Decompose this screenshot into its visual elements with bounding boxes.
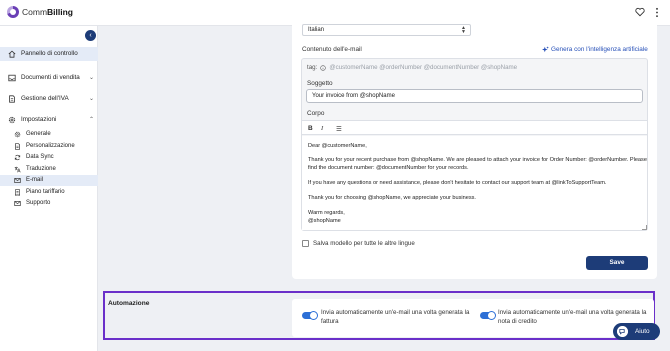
document-icon xyxy=(9,95,15,103)
sidebar-subitem-label: E-mail xyxy=(26,177,44,183)
email-body-editor[interactable]: Dear @customerName, Thank you for your r… xyxy=(302,136,647,230)
app-name: CommBilling xyxy=(22,7,74,17)
sidebar-item-label: Gestione dell'IVA xyxy=(21,95,69,102)
info-icon[interactable] xyxy=(320,64,327,71)
help-label: Aiuto xyxy=(635,328,650,335)
heart-icon[interactable] xyxy=(635,7,645,17)
body-line: If you have any questions or need assist… xyxy=(308,180,607,186)
resize-handle[interactable] xyxy=(642,225,647,230)
sidebar-subitem-general[interactable]: Generale xyxy=(0,129,98,140)
tags-row: tag: @customerName @orderNumber @documen… xyxy=(307,64,517,71)
email-content-label: Contenuto dell'e-mail xyxy=(302,46,362,53)
chevron-up-icon: ⌃ xyxy=(89,117,95,123)
mail-icon xyxy=(14,201,21,206)
subject-input[interactable]: Your invoice from @shopName xyxy=(306,89,643,103)
italic-button[interactable]: I xyxy=(321,125,323,132)
chat-help-icon xyxy=(617,326,628,337)
more-options-icon[interactable] xyxy=(654,7,660,18)
sidebar-subitem-email[interactable]: E-mail xyxy=(0,175,98,186)
ai-link-label: Genera con l'intelligenza artificiale xyxy=(551,46,648,53)
chevron-down-icon: ⌄ xyxy=(89,96,95,102)
auto-send-invoice-label: Invia automaticamente un'e-mail una volt… xyxy=(321,309,470,325)
sidebar-subitem-translation[interactable]: Traduzione xyxy=(0,164,98,175)
sidebar-subitem-label: Supporto xyxy=(26,200,51,206)
sidebar-subitem-label: Traduzione xyxy=(26,166,56,172)
logo-icon xyxy=(7,6,19,18)
generate-with-ai-link[interactable]: Genera con l'intelligenza artificiale xyxy=(542,46,648,53)
sidebar-subitem-pricing-plan[interactable]: Piano tariffario xyxy=(0,187,98,198)
sidebar-subitem-data-sync[interactable]: Data Sync xyxy=(0,152,98,163)
sync-icon xyxy=(14,154,21,161)
editor-toolbar: B I ☰ xyxy=(302,120,647,135)
sidebar-item-settings[interactable]: Impostazioni ⌃ xyxy=(0,113,98,127)
automation-title: Automazione xyxy=(108,300,150,307)
sidebar-subitem-label: Generale xyxy=(26,131,51,137)
sidebar-item-sales-documents[interactable]: Documenti di vendita ⌄ xyxy=(0,71,98,85)
translate-icon xyxy=(14,166,21,173)
home-icon xyxy=(8,50,16,58)
toggle-knob xyxy=(487,311,496,320)
sidebar-item-label: Pannello di controllo xyxy=(21,50,78,57)
sidebar-subitem-support[interactable]: Supporto xyxy=(0,198,98,209)
sidebar-subitem-label: Personalizzazione xyxy=(26,143,75,149)
collapse-sidebar-button[interactable]: ‹ xyxy=(85,30,96,41)
subject-label: Soggetto xyxy=(307,80,333,87)
inbox-icon xyxy=(8,74,16,82)
auto-send-invoice-toggle[interactable] xyxy=(302,311,318,320)
help-button[interactable]: Aiuto xyxy=(613,323,660,340)
tags-list: @customerName @orderNumber @documentNumb… xyxy=(329,64,518,71)
body-line: Warm regards, xyxy=(308,210,345,216)
toggle-knob xyxy=(309,311,318,320)
save-template-checkbox[interactable] xyxy=(302,240,309,247)
body-label: Corpo xyxy=(307,110,325,117)
sidebar-item-vat[interactable]: Gestione dell'IVA ⌄ xyxy=(0,92,98,106)
gear-icon xyxy=(8,116,16,124)
document-icon xyxy=(15,143,20,150)
sidebar-subitem-label: Piano tariffario xyxy=(26,189,65,195)
sidebar-item-label: Documenti di vendita xyxy=(21,74,80,81)
chevron-down-icon: ⌄ xyxy=(89,75,95,81)
body-line: @shopName xyxy=(308,218,341,224)
language-select-value: Italian xyxy=(308,27,325,33)
gear-icon xyxy=(14,131,21,138)
mail-icon xyxy=(14,178,21,183)
sidebar-item-label: Impostazioni xyxy=(21,116,57,123)
app-logo[interactable]: CommBilling xyxy=(7,6,73,18)
select-arrows-icon: ▲ ▼ xyxy=(461,25,466,35)
sidebar-item-dashboard[interactable]: Pannello di controllo xyxy=(0,47,98,61)
body-line: Thank you for choosing @shopName, we app… xyxy=(308,195,476,201)
body-line: Dear @customerName, xyxy=(308,143,367,149)
sidebar-subitem-customization[interactable]: Personalizzazione xyxy=(0,141,98,152)
receipt-icon xyxy=(15,189,20,196)
body-line: find the document number: @documentNumbe… xyxy=(308,165,469,171)
body-line: Thank you for your recent purchase from … xyxy=(308,157,647,163)
save-template-label: Salva modello per tutte le altre lingue xyxy=(313,240,415,247)
tags-label: tag: xyxy=(307,64,318,71)
sidebar-subitem-label: Data Sync xyxy=(26,154,54,160)
save-button[interactable]: Save xyxy=(586,256,648,270)
list-button[interactable]: ☰ xyxy=(336,125,342,133)
sparkle-icon xyxy=(542,46,549,53)
bold-button[interactable]: B xyxy=(308,125,313,132)
auto-send-credit-note-toggle[interactable] xyxy=(480,311,496,320)
language-select[interactable]: Italian ▲ ▼ xyxy=(302,24,471,36)
